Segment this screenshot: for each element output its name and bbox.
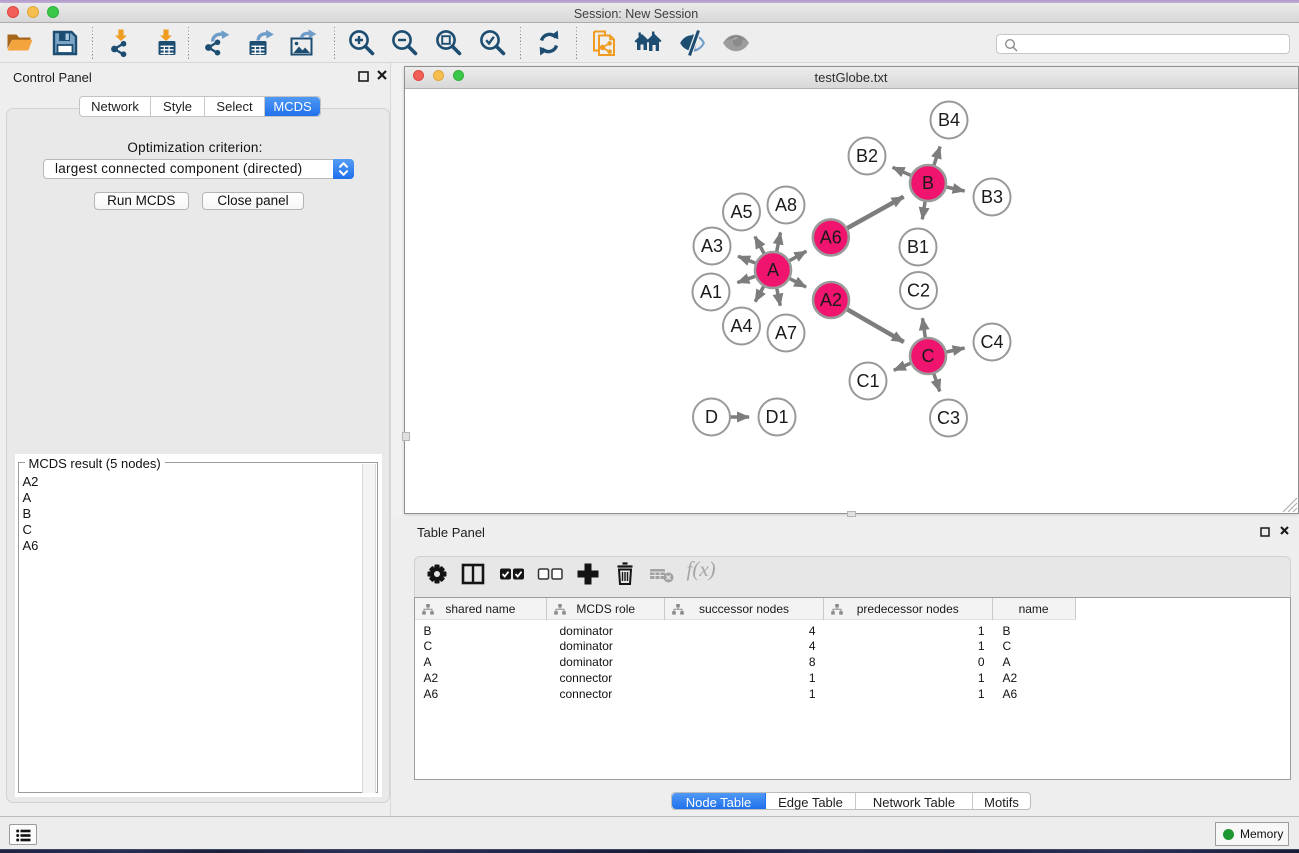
svg-text:B4: B4 <box>937 110 959 130</box>
svg-text:B: B <box>921 173 933 193</box>
svg-text:B2: B2 <box>855 146 877 166</box>
svg-text:C4: C4 <box>980 332 1003 352</box>
svg-text:C1: C1 <box>856 371 879 391</box>
svg-text:A4: A4 <box>730 316 752 336</box>
svg-text:A5: A5 <box>730 202 752 222</box>
svg-text:A7: A7 <box>774 323 796 343</box>
svg-text:C2: C2 <box>906 281 929 301</box>
svg-text:C: C <box>921 346 934 366</box>
svg-text:B1: B1 <box>906 237 928 257</box>
svg-text:C3: C3 <box>936 408 959 428</box>
svg-text:A: A <box>766 260 778 280</box>
svg-text:A2: A2 <box>819 290 841 310</box>
svg-text:A6: A6 <box>819 227 841 247</box>
svg-text:A1: A1 <box>699 282 721 302</box>
svg-text:A8: A8 <box>774 195 796 215</box>
svg-text:D1: D1 <box>765 407 788 427</box>
svg-text:B3: B3 <box>980 187 1002 207</box>
svg-text:A3: A3 <box>700 236 722 256</box>
svg-text:D: D <box>705 407 718 427</box>
